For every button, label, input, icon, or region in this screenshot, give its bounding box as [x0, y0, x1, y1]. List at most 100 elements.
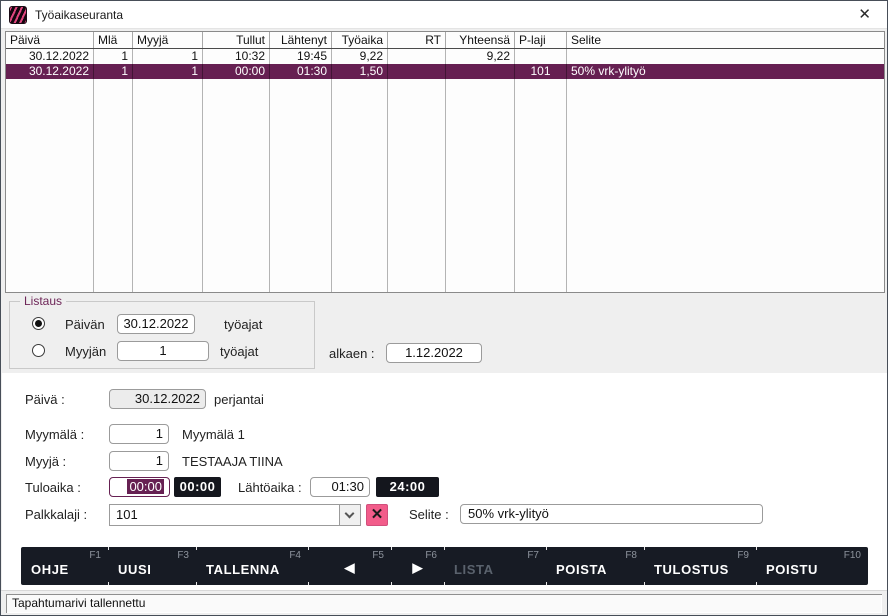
- status-bar: Tapahtumarivi tallennettu: [1, 590, 887, 615]
- selite-label: Selite :: [409, 507, 449, 522]
- column-header[interactable]: Päivä: [6, 32, 94, 48]
- window-title: Työaikaseuranta: [35, 8, 123, 22]
- fkey-label: F9: [737, 550, 749, 561]
- table-cell: [203, 79, 270, 292]
- myymala-label: Myymälä :: [25, 427, 84, 442]
- table-cell: [515, 79, 567, 292]
- lista-button: F7LISTA: [444, 547, 546, 585]
- table-header-row: PäiväMläMyyjäTullutLähtenytTyöaikaRTYhte…: [6, 32, 884, 49]
- arrow-right-icon: ▶: [391, 560, 444, 576]
- button-label: LISTA: [454, 562, 494, 577]
- button-label: TULOSTUS: [654, 562, 729, 577]
- tulostus-button[interactable]: F9 TULOSTUS: [644, 547, 756, 585]
- table-cell[interactable]: 101: [515, 64, 567, 79]
- myyjan-id-input[interactable]: 1: [117, 341, 209, 361]
- uusi-button[interactable]: F3 UUSI: [108, 547, 196, 585]
- table-cell: [6, 79, 94, 292]
- lahtoaika-badge: 24:00: [376, 477, 439, 497]
- alkaen-label: alkaen :: [329, 346, 375, 361]
- palkkalaji-dropdown-button[interactable]: [339, 505, 360, 525]
- column-header[interactable]: Lähtenyt: [270, 32, 332, 48]
- next-button[interactable]: F6▶: [391, 547, 444, 585]
- listaus-legend: Listaus: [20, 294, 66, 308]
- table-cell[interactable]: 9,22: [446, 49, 515, 64]
- table-cell: [270, 79, 332, 292]
- table-cell[interactable]: 30.12.2022: [6, 49, 94, 64]
- lahtoaika-label: Lähtöaika :: [238, 480, 302, 495]
- ohje-button[interactable]: F1 OHJE: [21, 547, 108, 585]
- poista-button[interactable]: F8 POISTA: [546, 547, 644, 585]
- weekday-label: perjantai: [214, 392, 264, 407]
- column-header[interactable]: Tullut: [203, 32, 270, 48]
- fkey-label: F3: [177, 550, 189, 561]
- table-cell[interactable]: 30.12.2022: [6, 64, 94, 79]
- table-cell[interactable]: 9,22: [332, 49, 388, 64]
- selite-input[interactable]: 50% vrk-ylityö: [460, 504, 763, 524]
- column-header[interactable]: Myyjä: [133, 32, 203, 48]
- paivan-date-input[interactable]: 30.12.2022: [117, 314, 195, 334]
- column-header[interactable]: Työaika: [332, 32, 388, 48]
- tuloaika-input[interactable]: 00:00: [109, 477, 170, 497]
- column-header[interactable]: Mlä: [94, 32, 133, 48]
- lahtoaika-input[interactable]: 01:30: [310, 477, 370, 497]
- table-cell[interactable]: 1: [94, 64, 133, 79]
- table-cell[interactable]: [446, 64, 515, 79]
- table-cell[interactable]: [388, 64, 446, 79]
- paiva-label: Päivä :: [25, 392, 65, 407]
- clear-icon: ✕: [371, 506, 384, 523]
- table-filler-row: [6, 79, 884, 292]
- table-cell[interactable]: 1,50: [332, 64, 388, 79]
- myymala-input[interactable]: 1: [109, 424, 169, 444]
- column-header[interactable]: P-laji: [515, 32, 567, 48]
- alkaen-date-input[interactable]: 1.12.2022: [386, 343, 482, 363]
- radio-myyjan-label: Myyjän: [65, 344, 106, 359]
- table-cell: [332, 79, 388, 292]
- paiva-input[interactable]: 30.12.2022: [109, 389, 206, 409]
- tallenna-button[interactable]: F4TALLENNA: [196, 547, 308, 585]
- button-label: POISTU: [766, 562, 818, 577]
- radio-paivan-label: Päivän: [65, 317, 105, 332]
- clear-palkkalaji-button[interactable]: ✕: [366, 504, 388, 526]
- palkkalaji-label: Palkkalaji :: [25, 507, 87, 522]
- close-icon[interactable]: ✕: [850, 2, 879, 28]
- poistu-button[interactable]: F10 POISTU: [756, 547, 868, 585]
- table-cell: [133, 79, 203, 292]
- table-cell[interactable]: 1: [133, 64, 203, 79]
- table-cell[interactable]: 10:32: [203, 49, 270, 64]
- table-cell[interactable]: 50% vrk-ylityö: [567, 64, 884, 79]
- fkey-label: F8: [625, 550, 637, 561]
- table-cell[interactable]: 01:30: [270, 64, 332, 79]
- table-cell[interactable]: 00:00: [203, 64, 270, 79]
- radio-myyjan[interactable]: [32, 344, 45, 357]
- radio-paivan[interactable]: [32, 317, 45, 330]
- prev-button[interactable]: F5◀: [308, 547, 391, 585]
- palkkalaji-value: 101: [116, 507, 138, 522]
- table-row[interactable]: 30.12.20221100:0001:301,5010150% vrk-yli…: [6, 64, 884, 79]
- table-cell[interactable]: 1: [133, 49, 203, 64]
- table-row[interactable]: 30.12.20221110:3219:459,229,22: [6, 49, 884, 64]
- app-window: Työaikaseuranta ✕ PäiväMläMyyjäTullutLäh…: [0, 0, 888, 616]
- fkey-label: F10: [844, 550, 861, 561]
- column-header[interactable]: RT: [388, 32, 446, 48]
- table-cell[interactable]: 1: [94, 49, 133, 64]
- table-cell[interactable]: 19:45: [270, 49, 332, 64]
- column-header[interactable]: Yhteensä: [446, 32, 515, 48]
- myyjan-suffix-label: työajat: [220, 344, 258, 359]
- fkey-label: F1: [89, 550, 101, 561]
- table-cell: [567, 79, 884, 292]
- app-logo-icon: [9, 6, 27, 24]
- table-cell[interactable]: [515, 49, 567, 64]
- column-header[interactable]: Selite: [567, 32, 884, 48]
- fkey-label: F4: [289, 550, 301, 561]
- listaus-groupbox: Listaus Päivän 30.12.2022 työajat Myyjän…: [9, 301, 315, 369]
- palkkalaji-combobox[interactable]: 101: [109, 504, 361, 526]
- table-cell[interactable]: [388, 49, 446, 64]
- myyja-input[interactable]: 1: [109, 451, 169, 471]
- button-label: POISTA: [556, 562, 607, 577]
- title-bar: Työaikaseuranta ✕: [1, 1, 887, 29]
- myyja-label: Myyjä :: [25, 454, 66, 469]
- button-label: UUSI: [118, 562, 151, 577]
- button-label: OHJE: [31, 562, 69, 577]
- tuloaika-selected-text: 00:00: [127, 479, 164, 494]
- table-cell[interactable]: [567, 49, 884, 64]
